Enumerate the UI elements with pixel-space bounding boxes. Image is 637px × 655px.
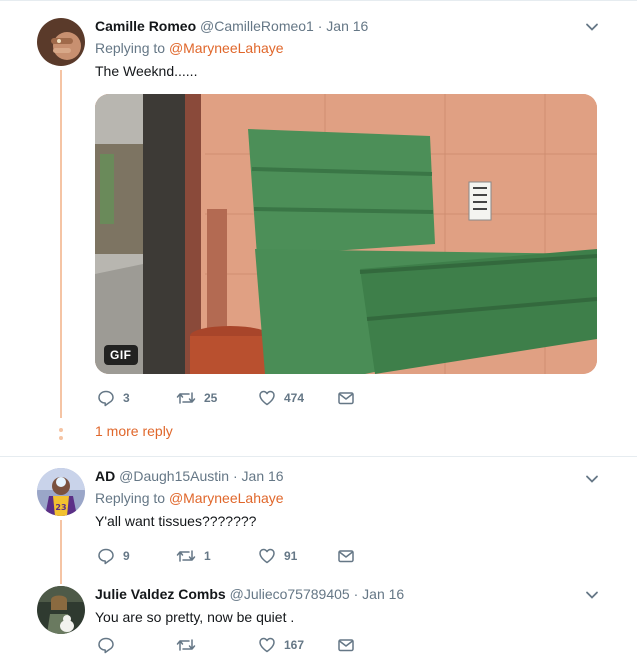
reply-button[interactable]: 9 xyxy=(97,546,130,566)
tweet-text: The Weeknd...... xyxy=(95,63,198,79)
reply-icon xyxy=(98,548,114,565)
envelope-icon xyxy=(338,392,354,405)
gif-media[interactable] xyxy=(95,94,597,374)
dm-button[interactable] xyxy=(337,388,355,408)
tweet-actions: 3 25 474 xyxy=(97,388,397,408)
tweet: Julie Valdez Combs @Julieco75789405 · Ja… xyxy=(95,584,404,627)
retweet-button[interactable]: 1 xyxy=(176,546,211,566)
tweet-text: Y'all want tissues??????? xyxy=(95,513,257,529)
like-button[interactable]: 167 xyxy=(258,635,304,655)
retweet-button[interactable] xyxy=(176,635,204,655)
like-count: 91 xyxy=(284,549,298,563)
tweet-actions: 9 1 91 xyxy=(97,546,397,566)
replying-to-label: Replying to xyxy=(95,40,169,56)
retweet-count: 1 xyxy=(204,549,211,563)
replying-to-link[interactable]: @MaryneeLahaye xyxy=(169,490,284,506)
svg-text:23: 23 xyxy=(55,503,66,512)
separator: · xyxy=(313,18,327,34)
tweet-header: Camille Romeo @CamilleRomeo1 · Jan 16 xyxy=(95,16,368,36)
display-name[interactable]: Camille Romeo xyxy=(95,18,196,34)
reply-count: 9 xyxy=(123,549,130,563)
tweet-actions: 167 xyxy=(97,635,397,655)
reply-button[interactable]: 3 xyxy=(97,388,130,408)
like-button[interactable]: 91 xyxy=(258,546,297,566)
retweet-count: 25 xyxy=(204,391,218,405)
avatar[interactable] xyxy=(37,586,85,634)
timestamp[interactable]: Jan 16 xyxy=(326,18,368,34)
separator: · xyxy=(349,586,363,602)
retweet-icon xyxy=(176,550,196,562)
top-divider xyxy=(0,0,637,1)
tweet: AD @Daugh15Austin · Jan 16 Replying to @… xyxy=(95,466,284,531)
thread-line xyxy=(60,70,62,418)
retweet-icon xyxy=(176,392,196,404)
reply-icon xyxy=(98,637,114,654)
dm-button[interactable] xyxy=(337,546,355,566)
heart-icon xyxy=(259,390,275,406)
dm-button[interactable] xyxy=(337,635,355,655)
handle[interactable]: @Daugh15Austin xyxy=(119,468,229,484)
handle[interactable]: @CamilleRomeo1 xyxy=(200,18,314,34)
separator: · xyxy=(229,468,242,484)
more-replies-link[interactable]: 1 more reply xyxy=(95,423,173,439)
tweet-header: Julie Valdez Combs @Julieco75789405 · Ja… xyxy=(95,584,404,604)
replying-to: Replying to @MaryneeLahaye xyxy=(95,488,284,508)
gif-badge: GIF xyxy=(104,345,138,365)
reply-icon xyxy=(98,390,114,407)
dumpster-illustration xyxy=(95,94,597,374)
thread-dot xyxy=(59,436,63,440)
reply-count: 3 xyxy=(123,391,130,405)
tweet: Camille Romeo @CamilleRomeo1 · Jan 16 Re… xyxy=(95,16,368,81)
replying-to: Replying to @MaryneeLahaye xyxy=(95,38,368,58)
heart-icon xyxy=(259,548,275,564)
replying-to-link[interactable]: @MaryneeLahaye xyxy=(169,40,284,56)
like-count: 474 xyxy=(284,391,305,405)
timestamp[interactable]: Jan 16 xyxy=(362,586,404,602)
avatar[interactable]: 23 xyxy=(37,468,85,516)
like-button[interactable]: 474 xyxy=(258,388,304,408)
replying-to-label: Replying to xyxy=(95,490,169,506)
timestamp[interactable]: Jan 16 xyxy=(242,468,284,484)
envelope-icon xyxy=(338,639,354,652)
avatar[interactable] xyxy=(37,18,85,66)
thread-line xyxy=(60,520,62,584)
reply-button[interactable] xyxy=(97,635,123,655)
retweet-button[interactable]: 25 xyxy=(176,388,217,408)
divider xyxy=(0,456,637,457)
chevron-down-icon[interactable] xyxy=(585,588,599,602)
handle[interactable]: @Julieco75789405 xyxy=(230,586,350,602)
like-count: 167 xyxy=(284,638,305,652)
envelope-icon xyxy=(338,550,354,563)
chevron-down-icon[interactable] xyxy=(585,472,599,486)
tweet-text: You are so pretty, now be quiet . xyxy=(95,609,295,625)
display-name[interactable]: AD xyxy=(95,468,115,484)
retweet-icon xyxy=(176,639,196,651)
tweet-header: AD @Daugh15Austin · Jan 16 xyxy=(95,466,284,486)
chevron-down-icon[interactable] xyxy=(585,20,599,34)
thread-dot xyxy=(59,428,63,432)
display-name[interactable]: Julie Valdez Combs xyxy=(95,586,226,602)
heart-icon xyxy=(259,637,275,653)
